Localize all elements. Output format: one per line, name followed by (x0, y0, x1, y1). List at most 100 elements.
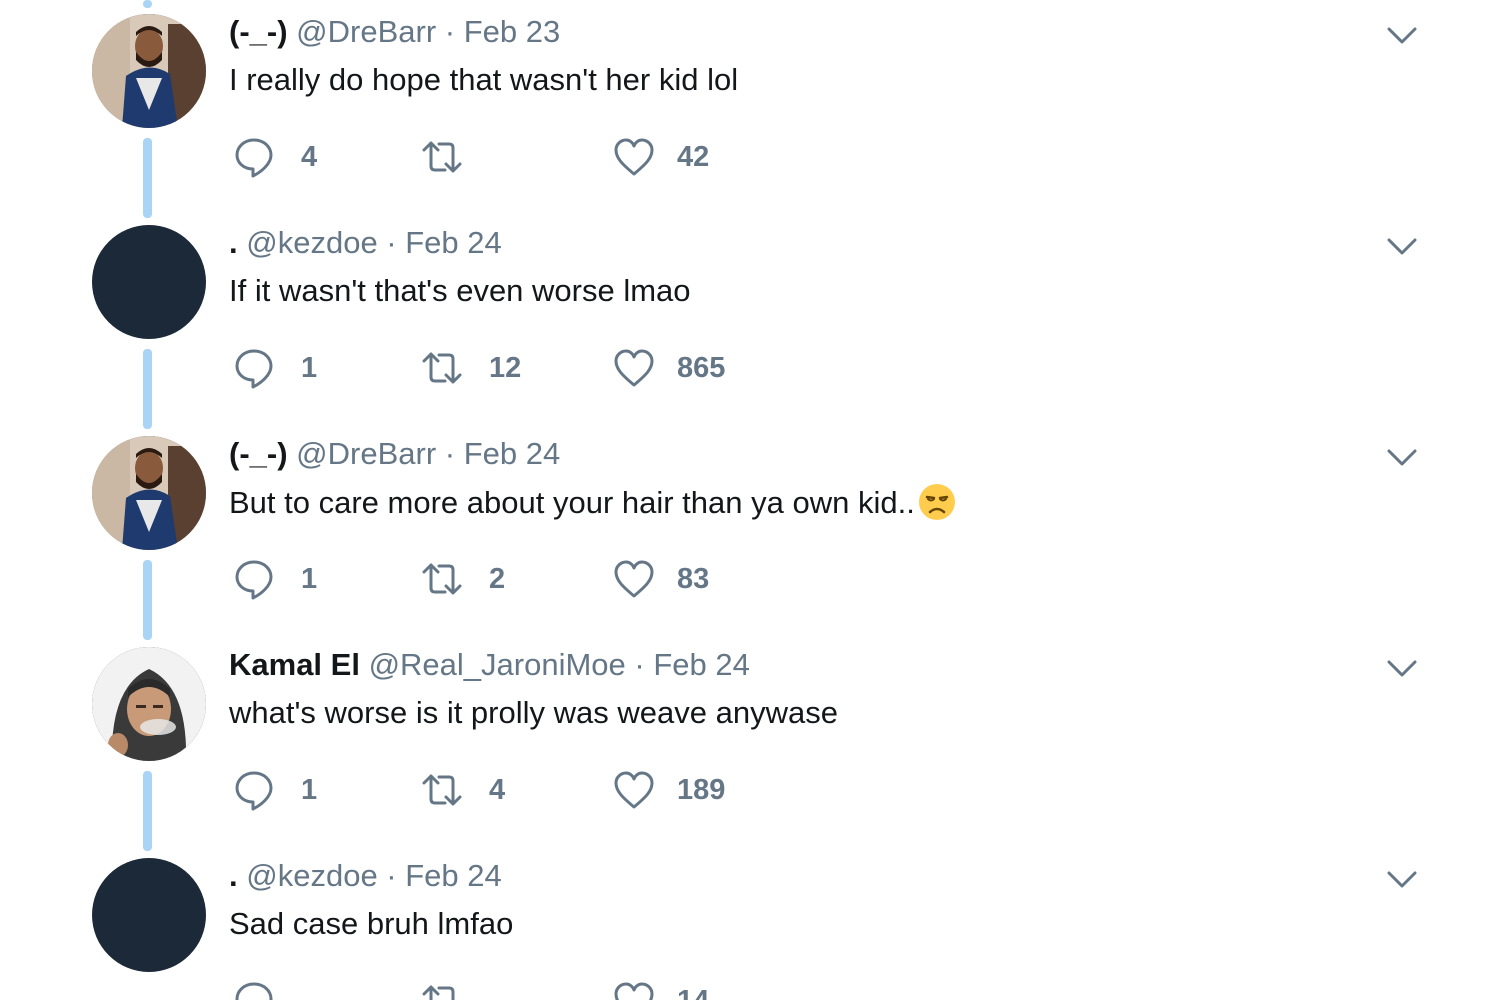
tweet-actions: 1 12 865 (233, 346, 793, 390)
reply-count: 1 (301, 774, 318, 806)
chevron-down-icon (1387, 449, 1417, 466)
reply-icon (235, 771, 273, 811)
tweet-text-line: But to care more about your hair than ya… (229, 482, 957, 523)
more-options-button[interactable] (1385, 657, 1419, 681)
reply-icon (235, 349, 273, 389)
more-options-button[interactable] (1385, 24, 1419, 48)
tweet-header: . @kezdoe · Feb 24 (229, 223, 502, 263)
chevron-down-icon (1387, 871, 1417, 888)
tweet-text: Sad case bruh lmfao (229, 906, 514, 941)
separator: · (377, 858, 406, 893)
retweet-icon (422, 352, 462, 384)
username[interactable]: @kezdoe (246, 858, 377, 893)
reply-button[interactable]: 1 (233, 346, 317, 390)
avatar[interactable] (92, 14, 206, 128)
heart-icon (614, 560, 654, 598)
tweet-actions: 1 2 83 (233, 557, 793, 601)
avatar-photo (92, 14, 206, 128)
like-count: 42 (677, 141, 710, 173)
chevron-down-icon (1387, 238, 1417, 255)
tweet-text: I really do hope that wasn't her kid lol (229, 62, 739, 97)
like-count: 865 (677, 352, 726, 384)
tweet[interactable]: (-_-) @DreBarr · Feb 23 I really do hope… (0, 0, 1500, 211)
separator: · (436, 436, 464, 471)
retweet-icon (422, 563, 462, 595)
retweet-button[interactable] (421, 979, 489, 1000)
username[interactable]: @DreBarr (296, 14, 436, 49)
reply-button[interactable]: 4 (233, 135, 317, 179)
tweet-header: (-_-) @DreBarr · Feb 23 (229, 12, 560, 52)
separator: · (377, 225, 406, 260)
tweet[interactable]: . @kezdoe · Feb 24 If it wasn't that's e… (0, 211, 1500, 422)
tweet-actions: 4 42 (233, 135, 793, 179)
username[interactable]: @Real_JaroniMoe (369, 647, 626, 682)
retweet-button[interactable]: 2 (421, 557, 505, 601)
retweet-icon (422, 141, 462, 173)
tweet-actions: 14 (233, 979, 793, 1000)
heart-icon (614, 349, 654, 387)
tweet-text: If it wasn't that's even worse lmao (229, 273, 691, 308)
avatar[interactable] (92, 225, 206, 339)
retweet-icon (422, 985, 455, 1000)
tweet[interactable]: Kamal El @Real_JaroniMoe · Feb 24 what's… (0, 633, 1500, 844)
retweet-count: 2 (489, 563, 506, 595)
like-button[interactable]: 14 (613, 979, 709, 1000)
like-button[interactable]: 83 (613, 557, 709, 601)
username[interactable]: @kezdoe (246, 225, 377, 260)
more-options-button[interactable] (1385, 868, 1419, 892)
retweet-button[interactable] (421, 135, 489, 179)
avatar-photo (92, 436, 206, 550)
tweet[interactable]: (-_-) @DreBarr · Feb 24 But to care more… (0, 422, 1500, 633)
timestamp[interactable]: Feb 24 (405, 858, 502, 893)
tweet-header: Kamal El @Real_JaroniMoe · Feb 24 (229, 645, 750, 685)
avatar[interactable] (92, 436, 206, 550)
reply-icon (235, 138, 273, 178)
reply-button[interactable]: 1 (233, 768, 317, 812)
separator: · (625, 647, 654, 682)
reply-icon (235, 982, 273, 1000)
chevron-down-icon (1387, 27, 1417, 44)
avatar[interactable] (92, 858, 206, 972)
reply-icon (235, 560, 273, 600)
retweet-button[interactable]: 4 (421, 768, 505, 812)
username[interactable]: @DreBarr (296, 436, 436, 471)
chevron-down-icon (1387, 660, 1417, 677)
timestamp[interactable]: Feb 24 (405, 225, 502, 260)
display-name[interactable]: . (229, 858, 238, 893)
avatar[interactable] (92, 647, 206, 761)
reply-count: 1 (301, 352, 318, 384)
reply-count: 4 (301, 141, 318, 173)
like-button[interactable]: 42 (613, 135, 709, 179)
tweet-header: (-_-) @DreBarr · Feb 24 (229, 434, 560, 474)
like-count: 83 (677, 563, 710, 595)
retweet-count: 12 (489, 352, 522, 384)
like-count: 14 (677, 979, 709, 1000)
disappointed-face-emoji (918, 484, 955, 520)
like-button[interactable]: 189 (613, 768, 725, 812)
more-options-button[interactable] (1385, 235, 1419, 259)
display-name[interactable]: (-_-) (229, 14, 288, 49)
heart-icon (614, 982, 654, 1000)
reply-count: 1 (301, 563, 318, 595)
reply-button[interactable] (233, 979, 301, 1000)
tweet[interactable]: . @kezdoe · Feb 24 Sad case bruh lmfao 1… (0, 844, 1500, 1000)
display-name[interactable]: (-_-) (229, 436, 288, 471)
separator: · (436, 14, 464, 49)
more-options-button[interactable] (1385, 446, 1419, 470)
timestamp[interactable]: Feb 23 (464, 14, 561, 49)
display-name[interactable]: . (229, 225, 238, 260)
display-name[interactable]: Kamal El (229, 647, 360, 682)
retweet-icon (422, 774, 462, 806)
retweet-button[interactable]: 12 (421, 346, 521, 390)
like-button[interactable]: 865 (613, 346, 725, 390)
heart-icon (614, 138, 654, 176)
tweet-actions: 1 4 189 (233, 768, 793, 812)
avatar-photo (92, 647, 206, 761)
retweet-count: 4 (489, 774, 506, 806)
timestamp[interactable]: Feb 24 (464, 436, 561, 471)
reply-thread: (-_-) @DreBarr · Feb 23 I really do hope… (0, 0, 1500, 1000)
tweet-header: . @kezdoe · Feb 24 (229, 856, 502, 896)
timestamp[interactable]: Feb 24 (653, 647, 750, 682)
reply-button[interactable]: 1 (233, 557, 317, 601)
like-count: 189 (677, 774, 726, 806)
